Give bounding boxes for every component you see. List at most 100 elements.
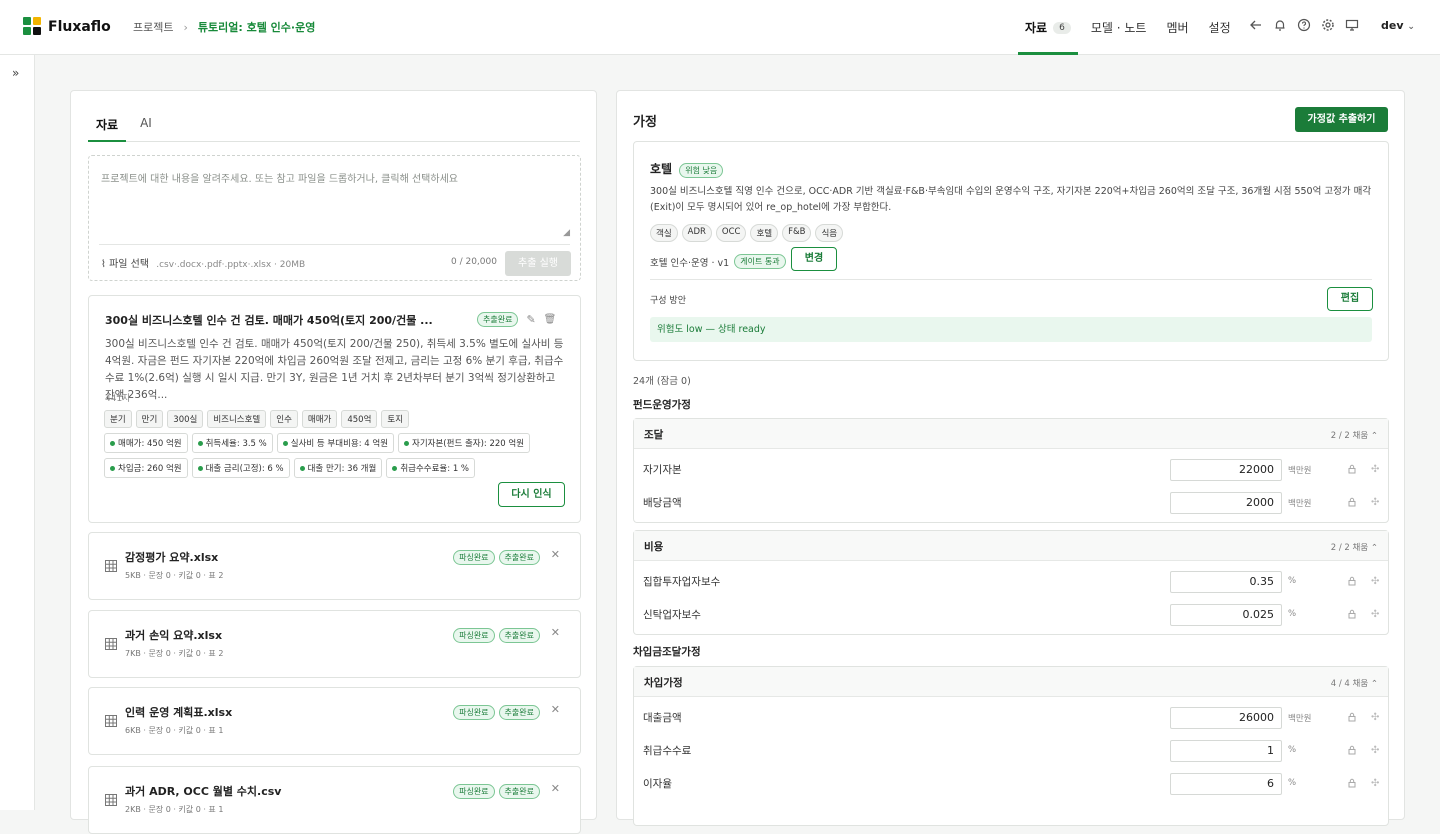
gate-badge: 게이트 통과 [734, 254, 786, 269]
chevron-up-icon: ⌃ [1370, 543, 1378, 553]
breadcrumb-root[interactable]: 프로젝트 [133, 19, 173, 35]
help-icon[interactable] [1297, 18, 1311, 32]
file-name: 과거 ADR, OCC 월별 수치.csv [125, 785, 282, 798]
tab-materials-count: 6 [1053, 21, 1071, 34]
assumption-input[interactable]: 1 [1170, 740, 1282, 762]
group-title: 비용 [644, 541, 664, 553]
lock-icon[interactable] [1347, 576, 1357, 586]
close-icon[interactable]: ✕ [551, 782, 560, 795]
edit-plan-button[interactable]: 편집 [1327, 287, 1373, 311]
gear-icon[interactable] [1321, 18, 1335, 32]
change-model-button[interactable]: 변경 [791, 247, 837, 271]
file-card[interactable]: 과거 ADR, OCC 월별 수치.csv 2KB · 문장 0 · 키값 0 … [88, 766, 581, 834]
assumption-unit: 백만원 [1288, 466, 1312, 476]
file-meta: 6KB · 문장 0 · 키값 0 · 표 1 [125, 726, 224, 735]
bell-icon[interactable] [1273, 18, 1287, 32]
assumption-input[interactable]: 26000 [1170, 707, 1282, 729]
lock-icon[interactable] [1347, 712, 1357, 722]
file-select-label: 파일 선택 [109, 259, 150, 270]
run-extract-button[interactable]: 추출 실행 [505, 251, 571, 276]
assumption-label: 대출금액 [643, 712, 682, 724]
pencil-icon[interactable]: ✎ [526, 313, 535, 326]
tab-members[interactable]: 멤버 [1159, 0, 1195, 55]
assumption-input[interactable]: 2000 [1170, 492, 1282, 514]
assumption-row: 배당금액 2000 백만원 ✣ [634, 492, 1388, 525]
risk-badge: 위험 낮음 [679, 163, 724, 178]
assumption-input[interactable]: 22000 [1170, 459, 1282, 481]
tab-materials-label: 자료 [1025, 21, 1048, 35]
char-counter: 0 / 20,000 [451, 257, 497, 267]
drag-handle-icon[interactable]: ✣ [1371, 609, 1379, 620]
tab-materials-sub[interactable]: 자료 [88, 116, 127, 142]
close-icon[interactable]: ✕ [551, 626, 560, 639]
drag-handle-icon[interactable]: ✣ [1371, 745, 1379, 756]
lock-icon[interactable] [1347, 464, 1357, 474]
monitor-icon[interactable] [1345, 18, 1359, 32]
assumption-row: 신탁업자보수 0.025 % ✣ [634, 604, 1388, 637]
materials-panel: 자료 AI 프로젝트에 대한 내용을 알려주세요. 또는 참고 파일을 드롭하거… [70, 90, 597, 834]
assumption-label: 취급수수료 [643, 745, 692, 757]
lock-icon[interactable] [1347, 497, 1357, 507]
group-header[interactable]: 비용 2 / 2 채움 ⌃ [634, 531, 1388, 561]
drag-handle-icon[interactable]: ✣ [1371, 576, 1379, 587]
assumption-input[interactable]: 0.025 [1170, 604, 1282, 626]
file-card[interactable]: 인력 운영 계획표.xlsx 6KB · 문장 0 · 키값 0 · 표 1 파… [88, 687, 581, 755]
drag-handle-icon[interactable]: ✣ [1371, 712, 1379, 723]
assumption-input[interactable]: 6 [1170, 773, 1282, 795]
drag-handle-icon[interactable]: ✣ [1371, 464, 1379, 475]
lock-icon[interactable] [1347, 609, 1357, 619]
top-bar: Fluxaflo 프로젝트 › 튜토리얼: 호텔 인수·운영 자료 6 모델 ·… [0, 0, 1440, 55]
prompt-placeholder[interactable]: 프로젝트에 대한 내용을 알려주세요. 또는 참고 파일을 드롭하거나, 클릭해… [101, 170, 458, 185]
close-icon[interactable]: ✕ [551, 548, 560, 561]
file-select[interactable]: ⌇ 파일 선택 .csv·.docx·.pdf·.pptx·.xlsx · 20… [101, 255, 305, 270]
retry-button[interactable]: 다시 인식 [498, 482, 565, 507]
drag-handle-icon[interactable]: ✣ [1371, 778, 1379, 789]
app-logo[interactable]: Fluxaflo [23, 17, 111, 36]
tab-settings[interactable]: 설정 [1202, 0, 1238, 55]
value-chip: 실사비 등 부대비용: 4 억원 [276, 433, 395, 453]
model-tags: 객실 ADR OCC 호텔 F&B 식음 [650, 224, 844, 242]
resize-handle-icon[interactable]: ◢ [563, 228, 570, 238]
value-chip: 차입금: 260 억원 [104, 458, 188, 478]
model-tag: ADR [681, 224, 712, 242]
assumption-row: 취급수수료 1 % ✣ [634, 740, 1388, 773]
panel-tabs: 자료 AI [88, 116, 580, 142]
lock-icon[interactable] [1347, 745, 1357, 755]
tab-ai[interactable]: AI [132, 116, 160, 142]
file-card[interactable]: 감정평가 요약.xlsx 5KB · 문장 0 · 키값 0 · 표 2 파싱완… [88, 532, 581, 600]
model-version: 호텔 인수·운영 · v1 게이트 통과 [650, 254, 786, 269]
back-arrow-icon[interactable] [1249, 18, 1263, 32]
group-header[interactable]: 조달 2 / 2 채움 ⌃ [634, 419, 1388, 449]
model-tag: 객실 [650, 224, 678, 242]
model-tag: OCC [715, 224, 747, 242]
keyword-tag: 450억 [341, 410, 378, 428]
model-name: 호텔 위험 낮음 [650, 160, 724, 178]
group-header[interactable]: 차입가정 4 / 4 채움 ⌃ [634, 667, 1388, 697]
file-card[interactable]: 과거 손익 요약.xlsx 7KB · 문장 0 · 키값 0 · 표 2 파싱… [88, 610, 581, 678]
extracted-badge: 추출완료 [498, 784, 540, 799]
drag-handle-icon[interactable]: ✣ [1371, 497, 1379, 508]
trash-icon[interactable]: 🗑 [544, 314, 557, 325]
assumption-unit: % [1288, 576, 1297, 586]
breadcrumb-current[interactable]: 튜토리얼: 호텔 인수·운영 [198, 19, 315, 35]
upload-dropzone[interactable]: 프로젝트에 대한 내용을 알려주세요. 또는 참고 파일을 드롭하거나, 클릭해… [88, 155, 581, 281]
assumptions-panel: 가정 가정값 추출하기 호텔 위험 낮음 300실 비즈니스호텔 직영 인수 건… [616, 90, 1405, 826]
assumption-input[interactable]: 0.35 [1170, 571, 1282, 593]
user-name: dev [1381, 18, 1404, 32]
expand-sidebar-icon[interactable]: » [12, 66, 19, 80]
char-count: 441자 [105, 394, 131, 404]
section-fund-ops: 펀드운영가정 [633, 399, 691, 411]
lock-icon[interactable] [1347, 778, 1357, 788]
close-icon[interactable]: ✕ [551, 703, 560, 716]
user-menu[interactable]: dev ⌄ [1381, 19, 1415, 32]
extract-assumptions-button[interactable]: 가정값 추출하기 [1295, 107, 1388, 132]
main-nav: 자료 6 모델 · 노트 멤버 설정 [1018, 0, 1244, 55]
file-types: .csv·.docx·.pdf·.pptx·.xlsx · 20MB [156, 260, 306, 270]
tab-materials[interactable]: 자료 6 [1018, 0, 1078, 55]
file-meta: 5KB · 문장 0 · 키값 0 · 표 2 [125, 571, 224, 580]
tab-model-notes[interactable]: 모델 · 노트 [1084, 0, 1154, 55]
assumption-label: 신탁업자보수 [643, 609, 701, 621]
assumption-row: 집합투자업자보수 0.35 % ✣ [634, 571, 1388, 604]
breadcrumb: 프로젝트 › 튜토리얼: 호텔 인수·운영 [133, 19, 315, 35]
note-card[interactable]: 300실 비즈니스호텔 인수 건 검토. 매매가 450억(토지 200/건물 … [88, 295, 581, 523]
